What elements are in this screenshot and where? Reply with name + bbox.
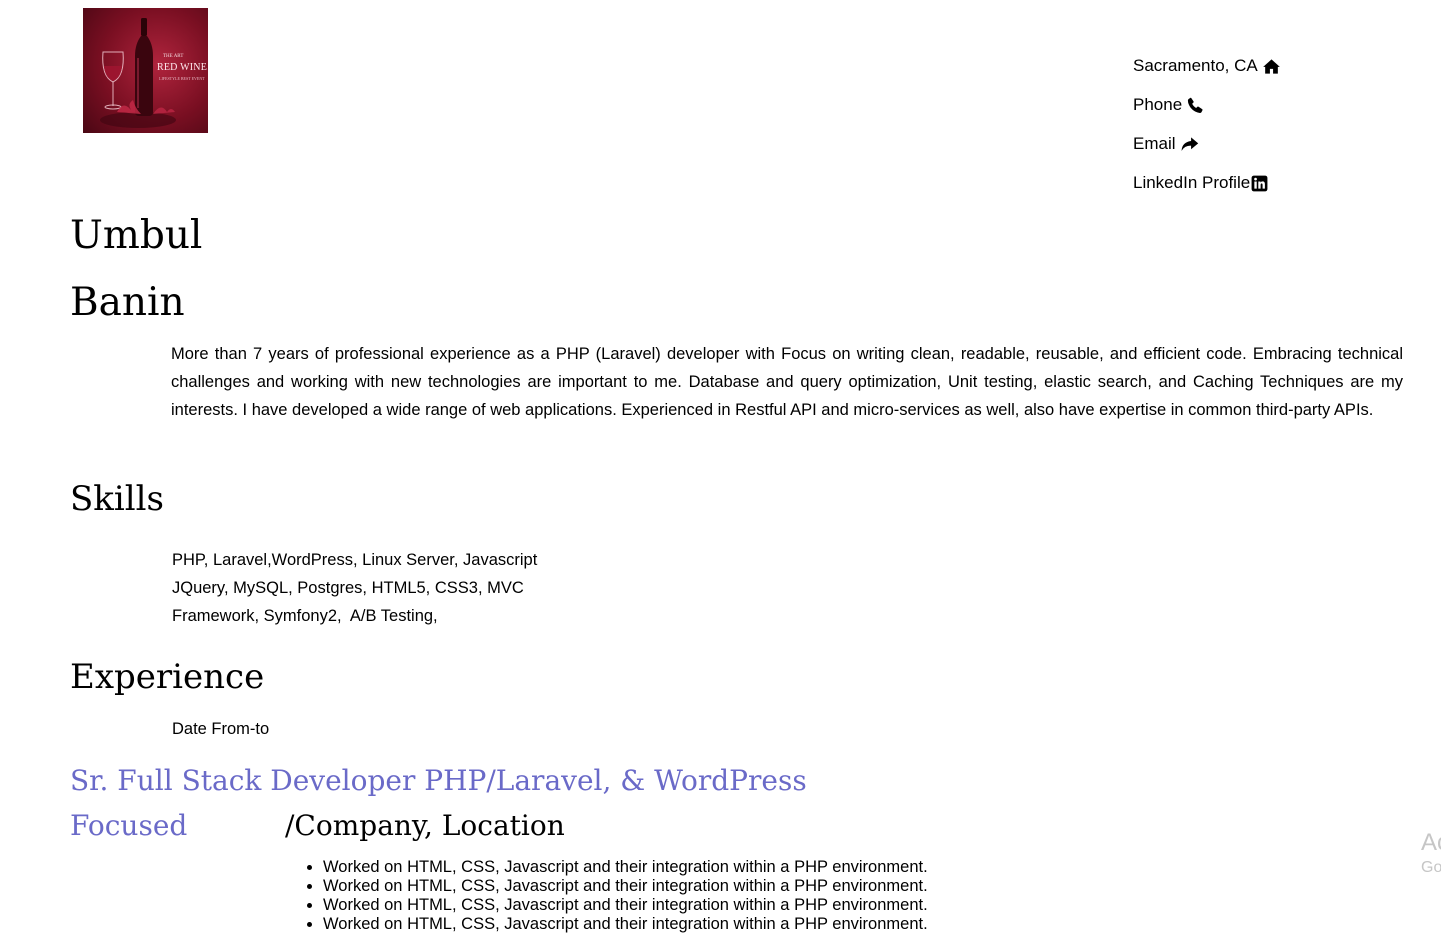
skills-line: JQuery, MySQL, Postgres, HTML5, CSS3, MV… xyxy=(172,579,524,597)
linkedin-label: LinkedIn Profile xyxy=(1133,173,1251,192)
phone-icon xyxy=(1188,97,1203,113)
date-range: Date From-to xyxy=(172,720,270,738)
email-label: Email xyxy=(1133,134,1176,153)
experience-heading: Experience xyxy=(70,657,265,697)
duties-list: Worked on HTML, CSS, Javascript and thei… xyxy=(283,858,928,934)
watermark-line: Go xyxy=(1421,859,1441,876)
location-label: Sacramento, CA xyxy=(1133,56,1258,75)
linkedin-icon xyxy=(1251,175,1268,192)
first-name: Umbul xyxy=(70,213,203,259)
logo-image: THE ART RED WINE LIFESTYLE BEST EVENT xyxy=(83,8,208,133)
contact-phone[interactable]: Phone xyxy=(1133,95,1281,134)
company-location: /Company, Location xyxy=(285,809,565,842)
list-item: Worked on HTML, CSS, Javascript and thei… xyxy=(323,915,928,934)
skills-line: PHP, Laravel,WordPress, Linux Server, Ja… xyxy=(172,551,538,569)
phone-label: Phone xyxy=(1133,95,1183,114)
skills-list: PHP, Laravel,WordPress, Linux Server, Ja… xyxy=(172,546,552,630)
contact-linkedin[interactable]: LinkedIn Profile xyxy=(1133,173,1281,212)
activation-watermark: Ac Go xyxy=(1421,828,1441,878)
logo-title: RED WINE xyxy=(157,62,208,73)
skills-heading: Skills xyxy=(70,479,164,519)
job-title: Sr. Full Stack Developer PHP/Laravel, & … xyxy=(70,764,807,797)
home-icon xyxy=(1262,59,1280,74)
watermark-line: Ac xyxy=(1421,829,1441,856)
logo-subtitle: THE ART xyxy=(163,54,184,59)
job-title-continued: Focused xyxy=(70,809,188,842)
last-name: Banin xyxy=(70,280,185,326)
contact-email[interactable]: Email xyxy=(1133,134,1281,173)
summary-paragraph: More than 7 years of professional experi… xyxy=(171,345,1403,419)
contact-location: Sacramento, CA xyxy=(1133,56,1281,95)
list-item: Worked on HTML, CSS, Javascript and thei… xyxy=(323,896,928,915)
share-arrow-icon xyxy=(1181,137,1198,151)
contact-info: Sacramento, CA Phone Email LinkedIn Prof… xyxy=(1133,56,1281,212)
logo-tagline: LIFESTYLE BEST EVENT xyxy=(159,76,205,81)
skills-line: Framework, Symfony2, A/B Testing, xyxy=(172,607,438,625)
list-item: Worked on HTML, CSS, Javascript and thei… xyxy=(323,858,928,877)
list-item: Worked on HTML, CSS, Javascript and thei… xyxy=(323,877,928,896)
